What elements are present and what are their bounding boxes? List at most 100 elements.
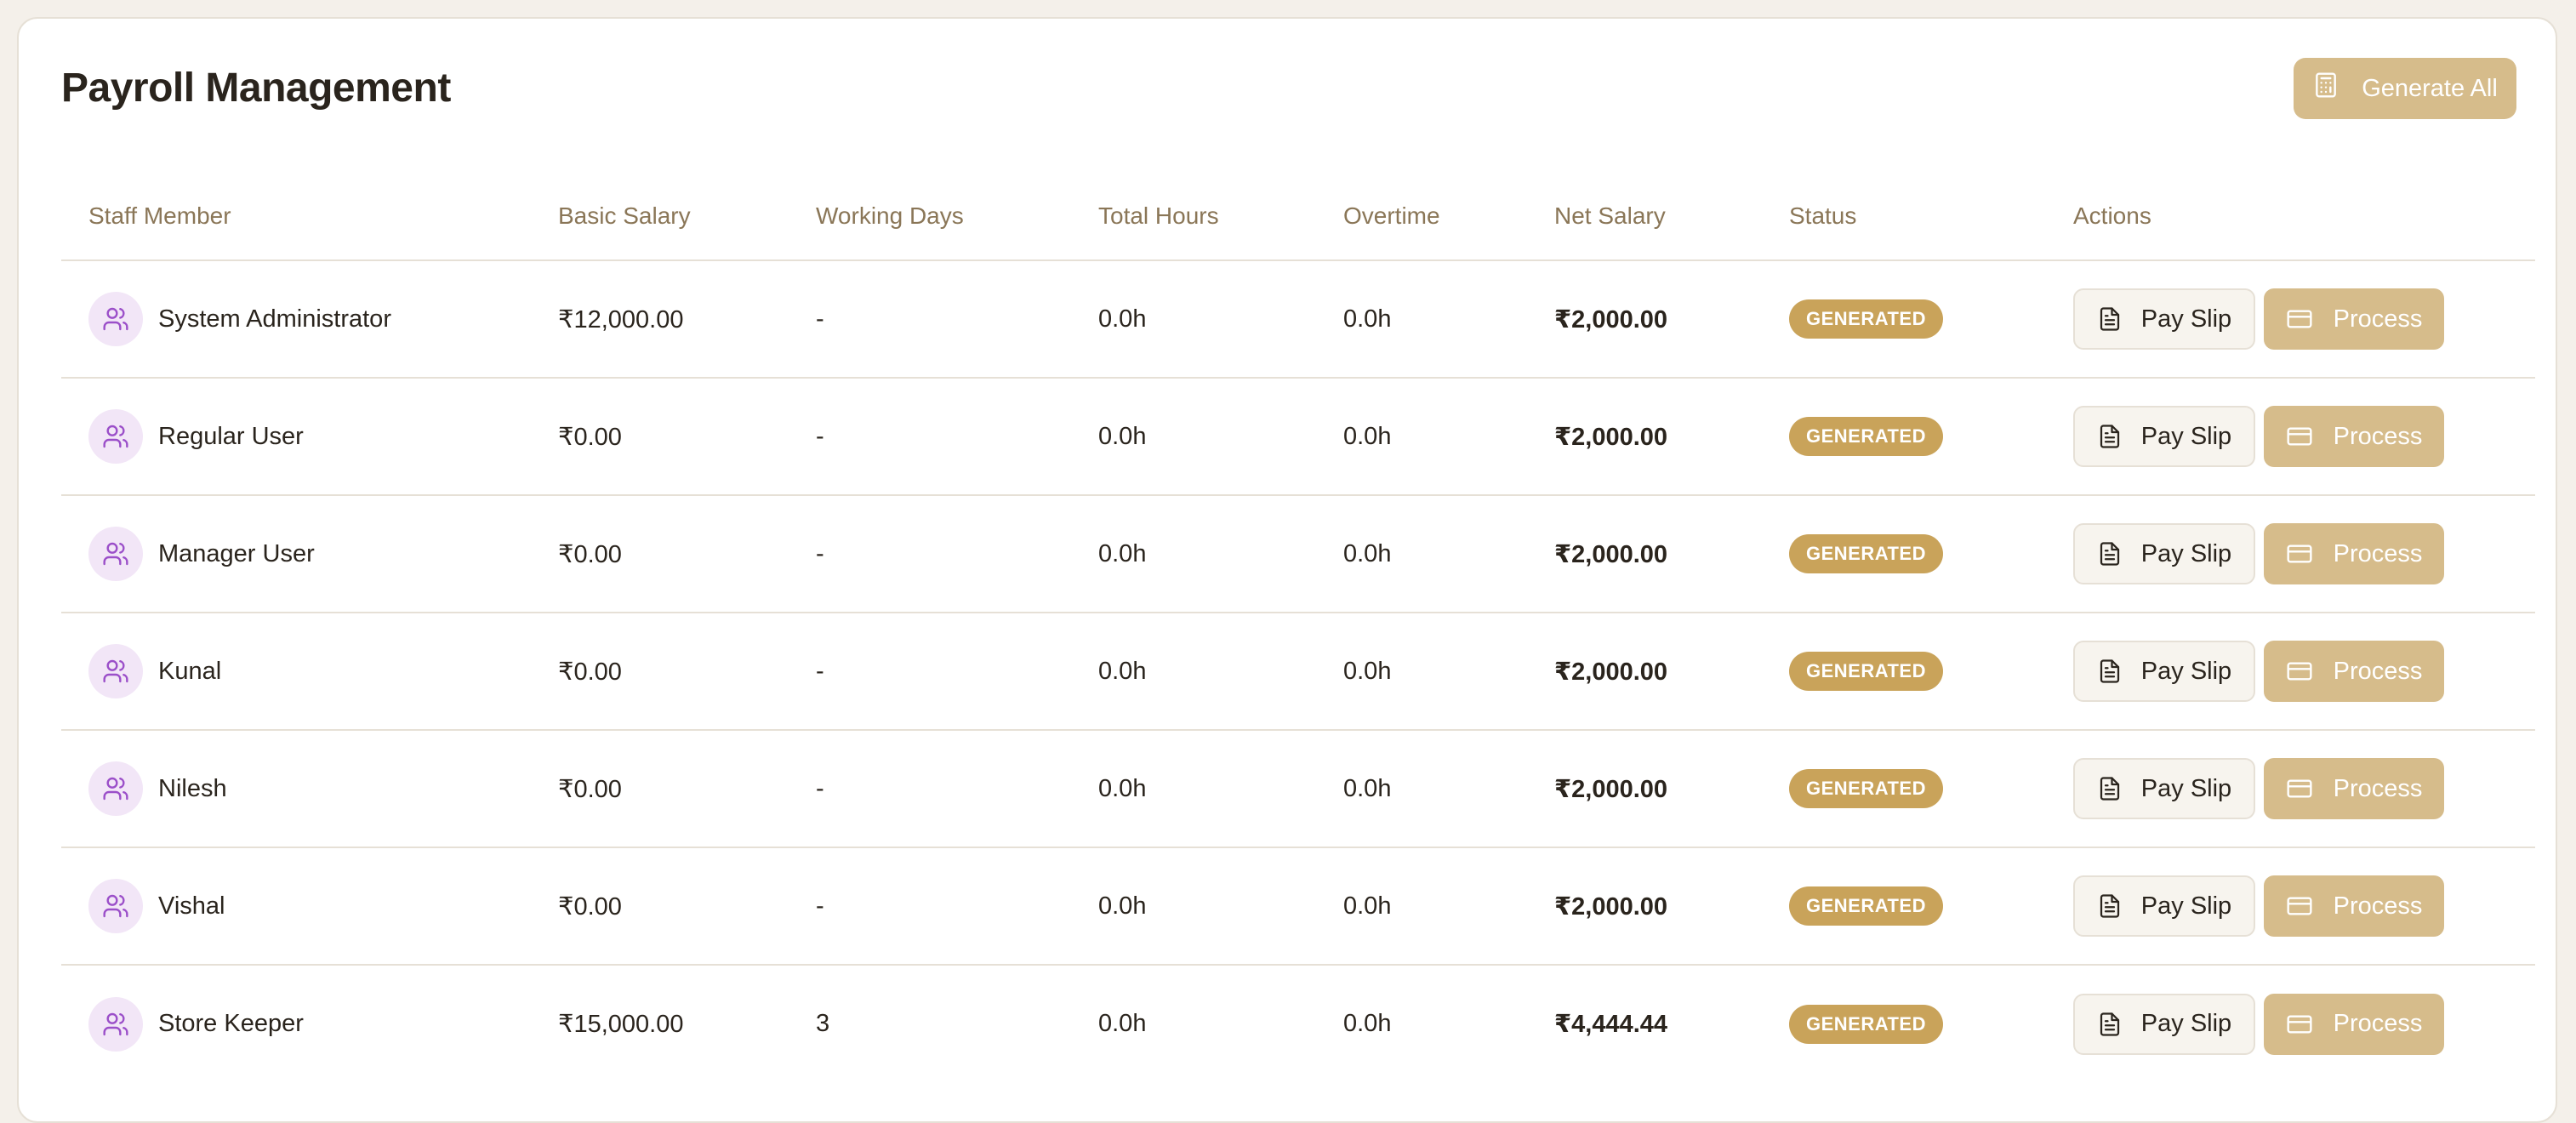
- avatar: [88, 527, 143, 581]
- row-actions: Pay Slip Process: [2073, 875, 2535, 937]
- process-button[interactable]: Process: [2264, 523, 2444, 584]
- file-text-icon: [2097, 424, 2123, 449]
- process-button[interactable]: Process: [2264, 641, 2444, 702]
- generate-all-button[interactable]: Generate All: [2294, 58, 2516, 119]
- process-button[interactable]: Process: [2264, 993, 2444, 1055]
- pay-slip-label: Pay Slip: [2140, 422, 2232, 450]
- staff-member: Regular User: [88, 409, 531, 464]
- total-hours: 0.0h: [1098, 1010, 1147, 1037]
- status-cell: GENERATED: [1762, 730, 2046, 848]
- staff-member: Store Keeper: [88, 996, 531, 1052]
- pay-slip-label: Pay Slip: [2140, 539, 2232, 567]
- working-days: -: [789, 847, 1071, 966]
- row-actions: Pay Slip Process: [2073, 288, 2535, 350]
- status-badge: GENERATED: [1789, 417, 1943, 456]
- payroll-table: Staff Member Basic Salary Working Days T…: [61, 172, 2535, 1082]
- column-header-basic-salary: Basic Salary: [531, 172, 789, 261]
- status-cell: GENERATED: [1762, 965, 2046, 1082]
- generate-all-label: Generate All: [2362, 74, 2498, 102]
- basic-salary: ₹0.00: [531, 847, 789, 966]
- page-title: Payroll Management: [61, 66, 451, 111]
- basic-salary: ₹15,000.00: [558, 1011, 684, 1038]
- column-header-actions: Actions: [2046, 172, 2535, 261]
- overtime: 0.0h: [1343, 1010, 1392, 1037]
- table-row: Manager User ₹0.00 - 0.0h 0.0h ₹2,000.00…: [61, 495, 2535, 613]
- row-actions: Pay Slip Process: [2073, 641, 2535, 702]
- staff-member: Vishal: [88, 879, 531, 933]
- status-badge: GENERATED: [1789, 299, 1943, 339]
- column-header-overtime: Overtime: [1316, 172, 1527, 261]
- column-header-total-hours: Total Hours: [1071, 172, 1316, 261]
- process-label: Process: [2333, 422, 2423, 450]
- pay-slip-button[interactable]: Pay Slip: [2073, 641, 2255, 702]
- payroll-table-body: System Administrator ₹12,000.00 - 0.0h 0…: [61, 260, 2535, 1082]
- pay-slip-label: Pay Slip: [2140, 1010, 2232, 1037]
- staff-member-cell: Nilesh: [61, 730, 531, 848]
- actions-cell: Pay Slip Process: [2046, 847, 2535, 966]
- overtime: 0.0h: [1316, 378, 1527, 496]
- staff-name: Vishal: [158, 892, 225, 920]
- process-button[interactable]: Process: [2264, 288, 2444, 350]
- process-label: Process: [2333, 1010, 2423, 1037]
- status-badge: GENERATED: [1789, 886, 1943, 926]
- staff-member-cell: Store Keeper: [61, 965, 531, 1082]
- pay-slip-button[interactable]: Pay Slip: [2073, 758, 2255, 819]
- users-icon: [102, 305, 129, 333]
- table-row: Vishal ₹0.00 - 0.0h 0.0h ₹2,000.00 GENER…: [61, 847, 2535, 966]
- avatar: [88, 879, 143, 933]
- pay-slip-label: Pay Slip: [2140, 774, 2232, 802]
- total-hours: 0.0h: [1071, 847, 1316, 966]
- working-days: -: [789, 613, 1071, 731]
- staff-member-cell: System Administrator: [61, 260, 531, 379]
- overtime: 0.0h: [1316, 847, 1527, 966]
- credit-card-icon: [2286, 658, 2313, 685]
- page-header: Payroll Management Generate All: [61, 58, 2516, 123]
- net-salary: ₹2,000.00: [1527, 378, 1762, 496]
- users-icon: [102, 423, 129, 450]
- staff-member: Kunal: [88, 644, 531, 698]
- column-header-net-salary: Net Salary: [1527, 172, 1762, 261]
- users-icon: [102, 658, 129, 685]
- working-days: -: [789, 260, 1071, 379]
- staff-member-cell: Vishal: [61, 847, 531, 966]
- file-text-icon: [2097, 658, 2123, 684]
- staff-member: Manager User: [88, 527, 531, 581]
- process-button[interactable]: Process: [2264, 406, 2444, 467]
- total-hours: 0.0h: [1071, 495, 1316, 613]
- status-badge: GENERATED: [1789, 534, 1943, 573]
- net-salary: ₹2,000.00: [1527, 730, 1762, 848]
- pay-slip-button[interactable]: Pay Slip: [2073, 993, 2255, 1055]
- process-button[interactable]: Process: [2264, 875, 2444, 937]
- staff-name: Nilesh: [158, 774, 227, 802]
- pay-slip-label: Pay Slip: [2140, 657, 2232, 685]
- net-salary: ₹2,000.00: [1527, 613, 1762, 731]
- process-label: Process: [2333, 774, 2423, 802]
- pay-slip-button[interactable]: Pay Slip: [2073, 875, 2255, 937]
- calculator-icon: [2312, 71, 2339, 105]
- credit-card-icon: [2286, 775, 2313, 802]
- status-badge: GENERATED: [1789, 652, 1943, 691]
- process-label: Process: [2333, 892, 2423, 920]
- column-header-working-days: Working Days: [789, 172, 1071, 261]
- avatar: [88, 292, 143, 346]
- staff-name: Kunal: [158, 657, 222, 685]
- basic-salary: ₹0.00: [531, 495, 789, 613]
- pay-slip-button[interactable]: Pay Slip: [2073, 406, 2255, 467]
- total-hours: 0.0h: [1071, 730, 1316, 848]
- process-button[interactable]: Process: [2264, 758, 2444, 819]
- table-row: Regular User ₹0.00 - 0.0h 0.0h ₹2,000.00…: [61, 378, 2535, 496]
- overtime: 0.0h: [1316, 260, 1527, 379]
- pay-slip-label: Pay Slip: [2140, 892, 2232, 920]
- column-header-staff-member: Staff Member: [61, 172, 531, 261]
- file-text-icon: [2097, 306, 2123, 332]
- pay-slip-button[interactable]: Pay Slip: [2073, 523, 2255, 584]
- staff-member: Nilesh: [88, 761, 531, 816]
- staff-member-cell: Manager User: [61, 495, 531, 613]
- table-row: System Administrator ₹12,000.00 - 0.0h 0…: [61, 260, 2535, 379]
- file-text-icon: [2097, 776, 2123, 801]
- staff-member: System Administrator: [88, 292, 531, 346]
- actions-cell: Pay Slip Process: [2046, 730, 2535, 848]
- pay-slip-button[interactable]: Pay Slip: [2073, 288, 2255, 350]
- basic-salary: ₹0.00: [531, 613, 789, 731]
- users-icon: [102, 1011, 129, 1038]
